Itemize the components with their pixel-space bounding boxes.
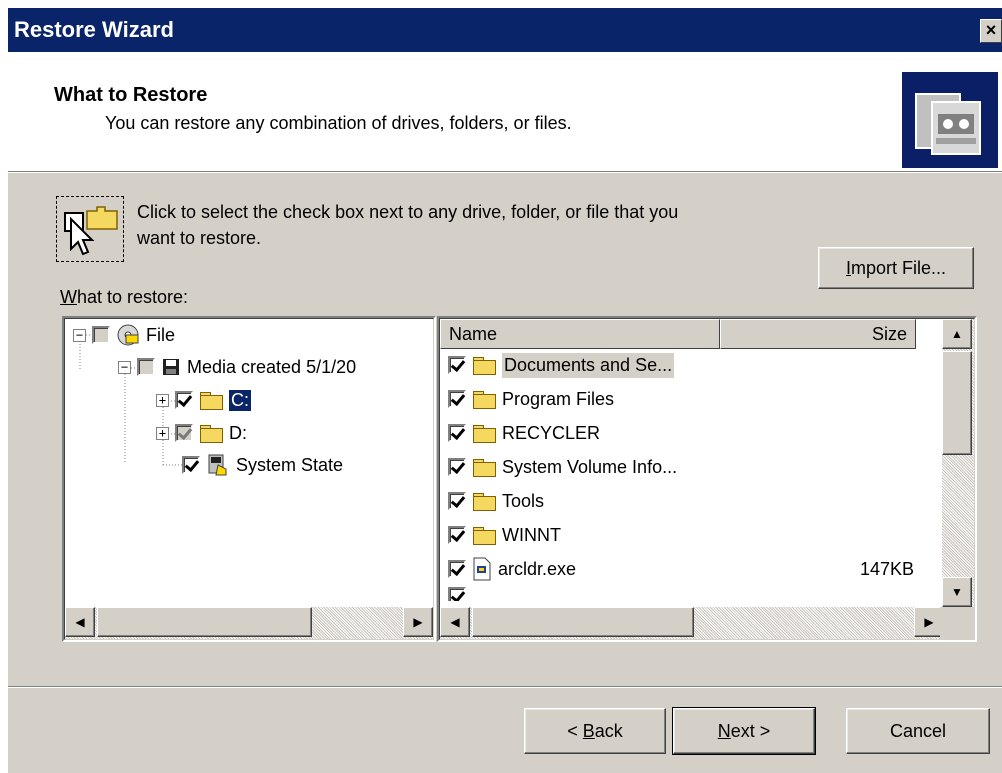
scroll-down-icon[interactable]: ▼ xyxy=(942,577,972,607)
back-prefix: < xyxy=(567,721,583,741)
disk-icon xyxy=(161,357,181,377)
list-item-name: RECYCLER xyxy=(502,422,601,443)
list-item-name: Program Files xyxy=(502,388,615,409)
column-header-name[interactable]: Name xyxy=(440,319,720,349)
folder-icon xyxy=(472,492,496,511)
list-item[interactable]: System Volume Info... xyxy=(448,451,677,483)
instruction-line-2: want to restore. xyxy=(137,228,262,248)
import-file-button[interactable]: Import File... xyxy=(818,247,974,289)
instruction-text: Click to select the check box next to an… xyxy=(137,199,817,251)
scroll-corner xyxy=(940,607,974,639)
list-item-name: arcldr.exe xyxy=(498,558,577,579)
instruction-line-1: Click to select the check box next to an… xyxy=(137,202,679,222)
back-label: ack xyxy=(594,721,623,741)
tree-checkbox[interactable] xyxy=(137,358,155,376)
restore-label-text: hat to restore: xyxy=(77,287,189,307)
folder-icon xyxy=(472,424,496,443)
footer-divider-highlight xyxy=(8,687,1002,688)
list-item[interactable]: WINNT xyxy=(448,519,561,551)
list-horizontal-scrollbar[interactable]: ◀ ▶ xyxy=(440,607,944,639)
system-state-icon xyxy=(206,453,230,477)
list-item-name: System Volume Info... xyxy=(502,456,678,477)
list-item[interactable]: Documents and Se... xyxy=(448,349,675,381)
select-hint-icon xyxy=(56,196,124,262)
list-item[interactable]: Tools xyxy=(448,485,544,517)
list-item-partial[interactable] xyxy=(448,587,466,601)
tree-item-label: System State xyxy=(236,454,344,475)
scroll-up-icon[interactable]: ▲ xyxy=(942,319,972,349)
list-item[interactable]: Program Files xyxy=(448,383,614,415)
collapse-icon[interactable]: − xyxy=(73,328,86,342)
list-vertical-scrollbar[interactable]: ▲ ▼ xyxy=(942,319,974,607)
scroll-right-icon[interactable]: ▶ xyxy=(403,607,433,637)
list-checkbox[interactable] xyxy=(448,356,466,374)
page-subtitle: You can restore any combination of drive… xyxy=(105,113,572,133)
exe-file-icon xyxy=(472,557,492,581)
back-button[interactable]: < Back xyxy=(524,708,666,754)
tree-item-media[interactable]: − Media created 5/1/20 xyxy=(118,352,356,382)
list-checkbox[interactable] xyxy=(448,424,466,442)
tree-checkbox[interactable] xyxy=(175,424,193,442)
restore-label-mnemonic: W xyxy=(60,287,77,307)
next-mnemonic: N xyxy=(717,721,731,741)
scroll-left-icon[interactable]: ◀ xyxy=(440,607,470,637)
tree-item-drive-c[interactable]: + C: xyxy=(156,385,252,415)
folder-icon xyxy=(472,390,496,409)
list-item[interactable]: RECYCLER xyxy=(448,417,600,449)
cancel-button[interactable]: Cancel xyxy=(846,708,990,754)
tree-item-file[interactable]: − File xyxy=(73,320,175,350)
collapse-icon[interactable]: − xyxy=(118,360,131,374)
folder-icon xyxy=(199,391,223,410)
tree-item-drive-d[interactable]: + D: xyxy=(156,418,247,448)
tree-horizontal-scrollbar[interactable]: ◀ ▶ xyxy=(65,607,433,639)
title-bar[interactable]: Restore Wizard × xyxy=(8,8,1002,52)
page-title: What to Restore xyxy=(54,84,208,106)
list-item-name: WINNT xyxy=(502,524,561,545)
expand-icon[interactable]: + xyxy=(156,426,169,440)
file-media-icon xyxy=(116,323,140,347)
backup-tapes-icon xyxy=(902,72,998,168)
folder-icon xyxy=(472,356,496,375)
tree-item-system-state[interactable]: System State xyxy=(182,450,343,480)
tree-item-label: C: xyxy=(228,388,252,412)
list-checkbox[interactable] xyxy=(448,492,466,510)
import-file-label: mport File... xyxy=(850,258,947,278)
restore-tree-view[interactable]: − File − Media created 5/1/20 + C: + D: … xyxy=(62,316,436,642)
list-checkbox[interactable] xyxy=(448,526,466,544)
folder-icon xyxy=(199,424,223,443)
back-mnemonic: B xyxy=(582,721,595,741)
wizard-header: What to Restore You can restore any comb… xyxy=(8,52,1002,173)
next-label: ext > xyxy=(730,721,771,741)
window-title: Restore Wizard xyxy=(14,17,174,42)
folder-icon xyxy=(472,458,496,477)
tree-item-label: Media created 5/1/20 xyxy=(187,356,357,377)
tree-checkbox[interactable] xyxy=(182,456,200,474)
list-item-name: Documents and Se... xyxy=(502,352,675,378)
list-checkbox[interactable] xyxy=(448,587,466,601)
scroll-left-icon[interactable]: ◀ xyxy=(65,607,95,637)
tree-item-label: File xyxy=(146,324,176,345)
scroll-thumb[interactable] xyxy=(472,607,694,637)
list-checkbox[interactable] xyxy=(448,560,466,578)
close-button[interactable]: × xyxy=(980,19,1002,43)
restore-wizard-window: Restore Wizard × What to Restore You can… xyxy=(8,8,1002,773)
expand-icon[interactable]: + xyxy=(156,393,169,407)
folder-icon xyxy=(472,526,496,545)
restore-file-list[interactable]: Name Size Documents and Se... Program Fi… xyxy=(437,316,977,642)
next-button[interactable]: Next > xyxy=(672,707,816,755)
scroll-thumb[interactable] xyxy=(942,351,972,455)
list-item-name: Tools xyxy=(502,490,545,511)
tree-item-label: D: xyxy=(229,422,247,443)
what-to-restore-label: What to restore: xyxy=(60,287,188,308)
list-checkbox[interactable] xyxy=(448,458,466,476)
list-checkbox[interactable] xyxy=(448,390,466,408)
tree-checkbox[interactable] xyxy=(175,391,193,409)
list-item[interactable]: arcldr.exe 147KB xyxy=(448,553,914,585)
list-item-size: 147KB xyxy=(859,558,914,579)
column-header-size[interactable]: Size xyxy=(720,319,916,349)
tree-checkbox[interactable] xyxy=(92,326,110,344)
scroll-thumb[interactable] xyxy=(97,607,312,637)
